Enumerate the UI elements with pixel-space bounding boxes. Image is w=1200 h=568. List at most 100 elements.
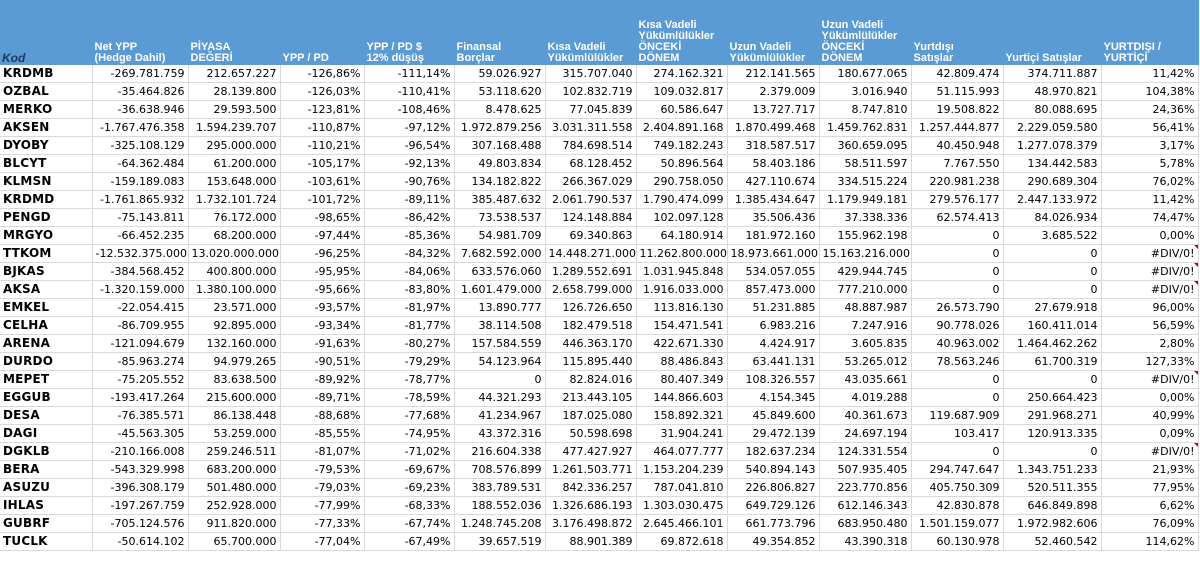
cell-ypp-pd[interactable]: -89,71% — [280, 388, 365, 407]
cell-yurtdisi-satislar[interactable]: 19.508.822 — [911, 100, 1004, 119]
cell-uzun-vadeli[interactable]: 4.154.345 — [727, 388, 820, 407]
cell-ypp-pd-usd-drop[interactable]: -89,11% — [364, 190, 455, 209]
cell-ypp-pd[interactable]: -110,87% — [280, 118, 365, 137]
cell-uzun-vadeli[interactable]: 35.506.436 — [727, 208, 820, 227]
cell-yurtdisi-satislar[interactable]: 0 — [911, 388, 1004, 407]
cell-kisa-vadeli[interactable]: 88.901.389 — [545, 532, 637, 551]
cell-kisa-vadeli[interactable]: 213.443.105 — [545, 388, 637, 407]
cell-kisa-vadeli-onceki[interactable]: 1.153.204.239 — [636, 460, 728, 479]
cell-piyasa-degeri[interactable]: 132.160.000 — [188, 334, 281, 353]
cell-ypp-pd[interactable]: -126,86% — [280, 65, 365, 83]
cell-kisa-vadeli[interactable]: 82.824.016 — [545, 370, 637, 389]
cell-piyasa-degeri[interactable]: 215.600.000 — [188, 388, 281, 407]
cell-yurtdisi-satislar[interactable]: 51.115.993 — [911, 82, 1004, 101]
cell-yurtdisi-yurtici[interactable]: 5,78% — [1101, 154, 1199, 173]
cell-yurtdisi-satislar[interactable]: 78.563.246 — [911, 352, 1004, 371]
cell-yurtdisi-yurtici[interactable]: 40,99% — [1101, 406, 1199, 425]
cell-yurtici-satislar[interactable]: 1.464.462.262 — [1003, 334, 1102, 353]
cell-piyasa-degeri[interactable]: 153.648.000 — [188, 172, 281, 191]
cell-yurtdisi-yurtici[interactable]: 3,17% — [1101, 136, 1199, 155]
cell-kisa-vadeli[interactable]: 1.261.503.771 — [545, 460, 637, 479]
cell-net-ypp[interactable]: -66.452.235 — [92, 226, 189, 245]
cell-finansal-borclar[interactable]: 53.118.620 — [454, 82, 546, 101]
cell-kisa-vadeli-onceki[interactable]: 464.077.777 — [636, 442, 728, 461]
cell-yurtdisi-yurtici[interactable]: 56,59% — [1101, 316, 1199, 335]
cell-yurtici-satislar[interactable]: 61.700.319 — [1003, 352, 1102, 371]
cell-piyasa-degeri[interactable]: 29.593.500 — [188, 100, 281, 119]
cell-net-ypp[interactable]: -543.329.998 — [92, 460, 189, 479]
cell-yurtdisi-satislar[interactable]: 0 — [911, 262, 1004, 281]
cell-yurtici-satislar[interactable]: 291.968.271 — [1003, 406, 1102, 425]
cell-ypp-pd-usd-drop[interactable]: -84,06% — [364, 262, 455, 281]
cell-uzun-vadeli-onceki[interactable]: 334.515.224 — [819, 172, 912, 191]
cell-kod[interactable]: PENGD — [0, 208, 93, 227]
cell-kisa-vadeli[interactable]: 842.336.257 — [545, 478, 637, 497]
cell-kisa-vadeli-onceki[interactable]: 69.872.618 — [636, 532, 728, 551]
cell-ypp-pd[interactable]: -95,95% — [280, 262, 365, 281]
cell-ypp-pd-usd-drop[interactable]: -96,54% — [364, 136, 455, 155]
cell-kisa-vadeli[interactable]: 115.895.440 — [545, 352, 637, 371]
cell-ypp-pd[interactable]: -88,68% — [280, 406, 365, 425]
cell-kod[interactable]: MRGYO — [0, 226, 93, 245]
cell-finansal-borclar[interactable]: 157.584.559 — [454, 334, 546, 353]
cell-piyasa-degeri[interactable]: 1.732.101.724 — [188, 190, 281, 209]
cell-kisa-vadeli-onceki[interactable]: 290.758.050 — [636, 172, 728, 191]
cell-uzun-vadeli[interactable]: 58.403.186 — [727, 154, 820, 173]
cell-kisa-vadeli-onceki[interactable]: 88.486.843 — [636, 352, 728, 371]
cell-yurtici-satislar[interactable]: 3.685.522 — [1003, 226, 1102, 245]
column-header-uzun-vadeli[interactable]: Uzun Vadeli Yükümlülükler — [727, 0, 820, 65]
cell-finansal-borclar[interactable]: 39.657.519 — [454, 532, 546, 551]
cell-net-ypp[interactable]: -50.614.102 — [92, 532, 189, 551]
cell-finansal-borclar[interactable]: 13.890.777 — [454, 298, 546, 317]
cell-kisa-vadeli-onceki[interactable]: 113.816.130 — [636, 298, 728, 317]
cell-finansal-borclar[interactable]: 8.478.625 — [454, 100, 546, 119]
cell-ypp-pd-usd-drop[interactable]: -74,95% — [364, 424, 455, 443]
cell-net-ypp[interactable]: -36.638.946 — [92, 100, 189, 119]
cell-uzun-vadeli-onceki[interactable]: 48.887.987 — [819, 298, 912, 317]
cell-yurtdisi-yurtici[interactable]: 11,42% — [1101, 65, 1199, 83]
cell-yurtdisi-satislar[interactable]: 294.747.647 — [911, 460, 1004, 479]
cell-piyasa-degeri[interactable]: 23.571.000 — [188, 298, 281, 317]
column-header-kisa-vadeli[interactable]: Kısa Vadeli Yükümlülükler — [545, 0, 637, 65]
cell-uzun-vadeli-onceki[interactable]: 1.179.949.181 — [819, 190, 912, 209]
cell-yurtici-satislar[interactable]: 160.411.014 — [1003, 316, 1102, 335]
column-header-yurtdisi-yurtici[interactable]: YURTDIŞI / YURTİÇİ — [1101, 0, 1199, 65]
cell-yurtdisi-satislar[interactable]: 405.750.309 — [911, 478, 1004, 497]
column-header-ypp-pd[interactable]: YPP / PD — [280, 0, 365, 65]
cell-finansal-borclar[interactable]: 0 — [454, 370, 546, 389]
cell-finansal-borclar[interactable]: 1.248.745.208 — [454, 514, 546, 533]
cell-ypp-pd-usd-drop[interactable]: -69,67% — [364, 460, 455, 479]
cell-kisa-vadeli-onceki[interactable]: 1.303.030.475 — [636, 496, 728, 515]
cell-uzun-vadeli-onceki[interactable]: 3.605.835 — [819, 334, 912, 353]
cell-finansal-borclar[interactable]: 188.552.036 — [454, 496, 546, 515]
cell-ypp-pd-usd-drop[interactable]: -69,23% — [364, 478, 455, 497]
cell-uzun-vadeli-onceki[interactable]: 223.770.856 — [819, 478, 912, 497]
cell-uzun-vadeli-onceki[interactable]: 683.950.480 — [819, 514, 912, 533]
cell-kod[interactable]: MERKO — [0, 100, 93, 119]
cell-kod[interactable]: BERA — [0, 460, 93, 479]
cell-net-ypp[interactable]: -121.094.679 — [92, 334, 189, 353]
cell-kod[interactable]: EMKEL — [0, 298, 93, 317]
cell-net-ypp[interactable]: -159.189.083 — [92, 172, 189, 191]
cell-kisa-vadeli[interactable]: 315.707.040 — [545, 65, 637, 83]
cell-kisa-vadeli-onceki[interactable]: 31.904.241 — [636, 424, 728, 443]
cell-uzun-vadeli[interactable]: 4.424.917 — [727, 334, 820, 353]
cell-ypp-pd-usd-drop[interactable]: -110,41% — [364, 82, 455, 101]
cell-uzun-vadeli[interactable]: 45.849.600 — [727, 406, 820, 425]
cell-yurtdisi-satislar[interactable]: 279.576.177 — [911, 190, 1004, 209]
cell-yurtdisi-yurtici[interactable]: 11,42% — [1101, 190, 1199, 209]
cell-kisa-vadeli-onceki[interactable]: 422.671.330 — [636, 334, 728, 353]
cell-uzun-vadeli[interactable]: 182.637.234 — [727, 442, 820, 461]
cell-kisa-vadeli-onceki[interactable]: 64.180.914 — [636, 226, 728, 245]
cell-piyasa-degeri[interactable]: 400.800.000 — [188, 262, 281, 281]
cell-piyasa-degeri[interactable]: 295.000.000 — [188, 136, 281, 155]
cell-piyasa-degeri[interactable]: 86.138.448 — [188, 406, 281, 425]
cell-yurtdisi-satislar[interactable]: 0 — [911, 226, 1004, 245]
cell-kisa-vadeli-onceki[interactable]: 50.896.564 — [636, 154, 728, 173]
cell-piyasa-degeri[interactable]: 68.200.000 — [188, 226, 281, 245]
cell-finansal-borclar[interactable]: 49.803.834 — [454, 154, 546, 173]
cell-yurtdisi-satislar[interactable]: 0 — [911, 244, 1004, 263]
cell-uzun-vadeli[interactable]: 226.806.827 — [727, 478, 820, 497]
cell-kod[interactable]: TUCLK — [0, 532, 93, 551]
cell-net-ypp[interactable]: -384.568.452 — [92, 262, 189, 281]
